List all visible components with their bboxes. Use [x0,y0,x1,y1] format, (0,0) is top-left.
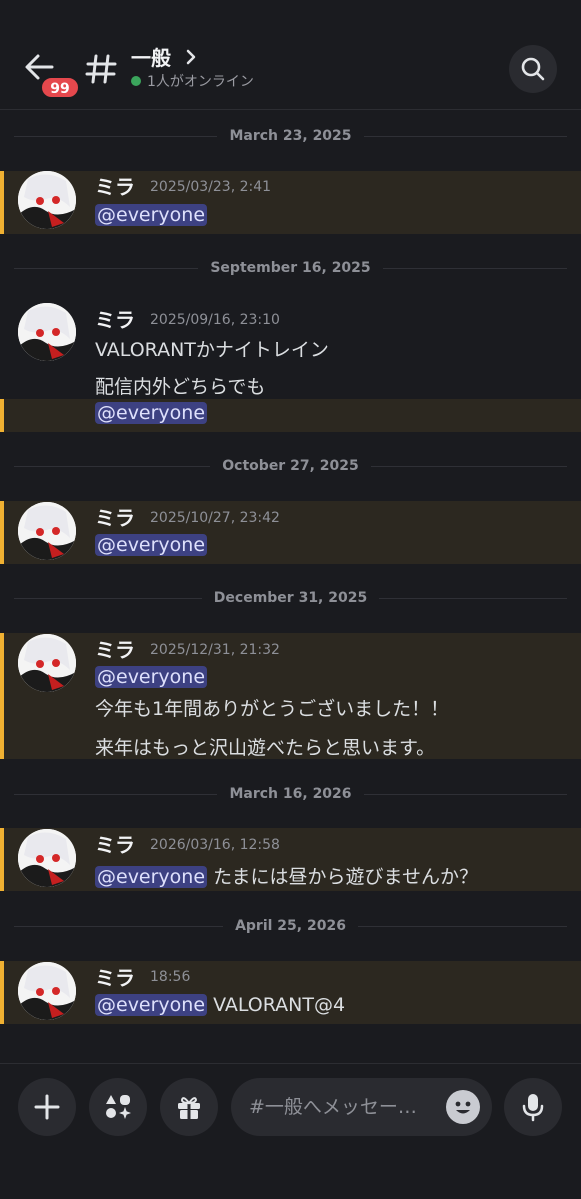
avatar[interactable] [18,962,76,1020]
date-divider: September 16, 2025 [14,258,567,278]
avatar[interactable] [18,502,76,560]
message-timestamp: 2025/10/27, 23:42 [150,510,280,526]
message-author[interactable]: ミラ [95,502,135,531]
avatar[interactable] [18,303,76,361]
message-text: たまには昼から遊びませんか？ [213,866,478,888]
date-divider: December 31, 2025 [14,588,567,608]
message-timestamp: 2025/03/23, 2:41 [150,179,272,195]
online-dot-icon [131,76,141,86]
mention-everyone[interactable]: @everyone [95,402,208,424]
mention-everyone[interactable]: @everyone [95,534,208,556]
mention-highlight [0,501,581,564]
message-content: @everyone [95,534,208,556]
message-content: @everyone [95,402,208,424]
mention-everyone[interactable]: @everyone [95,866,208,888]
mention-everyone[interactable]: @everyone [95,204,208,226]
date-divider: April 25, 2026 [14,916,567,936]
date-divider: March 16, 2026 [14,784,567,804]
avatar[interactable] [18,829,76,887]
message-text: 配信内外どちらでも [95,376,266,398]
channel-title[interactable]: 一般 [131,42,171,71]
message-timestamp: 2026/03/16, 12:58 [150,837,280,853]
mention-everyone[interactable]: @everyone [95,994,208,1016]
voice-message-button[interactable] [504,1078,562,1136]
message-author[interactable]: ミラ [95,304,135,333]
message-content: @everyone たまには昼から遊びませんか？ [95,862,478,889]
message-text: 来年はもっと沢山遊べたらと思います。 [95,737,436,759]
message-content: @everyone [95,666,208,688]
plus-icon [34,1094,60,1120]
message-text: VALORANT@4 [213,994,346,1016]
apps-icon [106,1095,131,1119]
apps-button[interactable] [89,1078,147,1136]
hash-icon [85,54,117,84]
avatar[interactable] [18,171,76,229]
online-status-text: 1人がオンライン [147,74,254,90]
channel-header: 99 一般 1人がオンライン [0,0,581,110]
mention-everyone[interactable]: @everyone [95,666,208,688]
microphone-icon [522,1094,544,1122]
message-author[interactable]: ミラ [95,829,135,858]
date-divider: March 23, 2025 [14,126,567,146]
search-button[interactable] [509,45,557,93]
avatar[interactable] [18,634,76,692]
message-content: @everyone VALORANT@4 [95,994,345,1016]
message-timestamp: 2025/09/16, 23:10 [150,312,280,328]
message-content: @everyone [95,204,208,226]
message-timestamp: 18:56 [150,969,191,985]
gift-icon [178,1097,200,1119]
emoji-icon [455,1101,471,1114]
message-text: VALORANTかナイトレイン [95,339,329,361]
search-icon [521,57,545,81]
mention-highlight [0,171,581,234]
add-attachment-button[interactable] [18,1078,76,1136]
emoji-button[interactable] [446,1090,480,1124]
online-status: 1人がオンライン [131,71,254,91]
message-author[interactable]: ミラ [95,962,135,991]
date-divider: October 27, 2025 [14,456,567,476]
message-author[interactable]: ミラ [95,634,135,663]
gift-button[interactable] [160,1078,218,1136]
unread-badge: 99 [40,76,80,99]
chevron-right-icon[interactable] [184,48,198,66]
message-text: 今年も1年間ありがとうございました！！ [95,698,450,720]
mention-highlight [0,399,581,432]
message-timestamp: 2025/12/31, 21:32 [150,642,280,658]
message-author[interactable]: ミラ [95,171,135,200]
